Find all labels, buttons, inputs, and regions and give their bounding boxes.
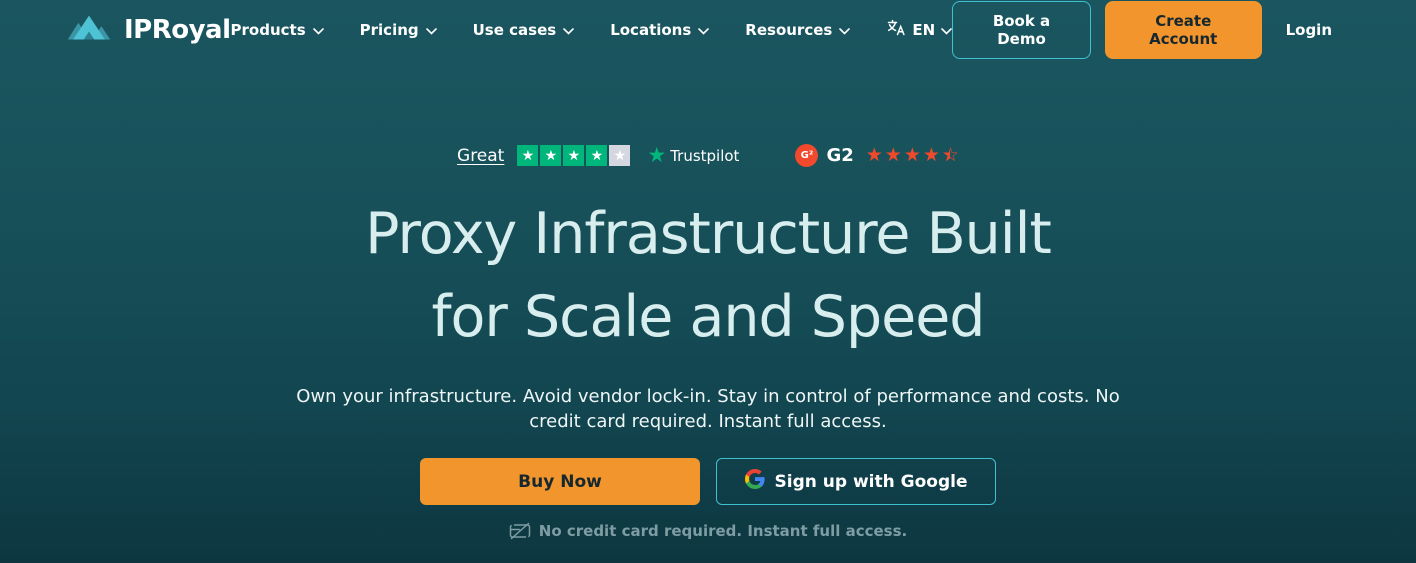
nav-item-pricing[interactable]: Pricing bbox=[360, 21, 437, 39]
nav-item-label: Resources bbox=[745, 21, 833, 39]
translate-icon bbox=[886, 18, 906, 42]
star-icon: ★ bbox=[884, 144, 902, 166]
g2-rating[interactable]: G² G2 ★★★★☆★ bbox=[795, 144, 959, 167]
hero-subtitle: Own your infrastructure. Avoid vendor lo… bbox=[296, 386, 1120, 432]
g2-brand-name: G2 bbox=[826, 145, 854, 166]
nav-item-products[interactable]: Products bbox=[231, 21, 324, 39]
star-icon: ★ bbox=[540, 145, 562, 166]
page-title-line2: for Scale and Speed bbox=[431, 284, 985, 351]
cta-row: Buy Now Sign up with Google bbox=[0, 458, 1416, 506]
language-selector[interactable]: EN bbox=[886, 18, 952, 42]
half-star-icon: ☆★ bbox=[941, 144, 959, 166]
star-icon: ★ bbox=[586, 145, 608, 166]
brand-name: IPRoyal bbox=[124, 15, 231, 45]
star-icon: ★ bbox=[865, 144, 883, 166]
main-nav: Products Pricing Use cases Locations Res… bbox=[231, 18, 953, 42]
hero-section: Great ★ ★ ★ ★ ★ ★ Trustpilot G² G2 ★ ★ ★ ★ ☆… bbox=[0, 144, 1416, 540]
g2-stars: ★★★★☆★ bbox=[866, 146, 959, 165]
chevron-down-icon bbox=[839, 27, 851, 35]
credit-card-slash-icon bbox=[509, 522, 531, 540]
trustpilot-rating[interactable]: Great ★ ★ ★ ★ ★ ★ Trustpilot bbox=[457, 145, 739, 166]
header: IPRoyal Products Pricing Use cases Locat… bbox=[0, 0, 1416, 60]
note-text: No credit card required. Instant full ac… bbox=[538, 522, 908, 541]
nav-item-label: Products bbox=[230, 21, 306, 39]
nav-item-label: Pricing bbox=[359, 21, 419, 39]
chevron-down-icon bbox=[312, 27, 324, 35]
no-credit-card-note: No credit card required. Instant full ac… bbox=[0, 522, 1416, 540]
chevron-down-icon bbox=[941, 27, 952, 35]
create-account-button[interactable]: Create Account bbox=[1104, 1, 1262, 59]
nav-item-resources[interactable]: Resources bbox=[745, 21, 851, 39]
nav-item-locations[interactable]: Locations bbox=[610, 21, 710, 39]
star-icon: ★ bbox=[563, 145, 585, 166]
trustpilot-stars: ★ ★ ★ ★ ★ bbox=[517, 145, 631, 166]
login-link[interactable]: Login bbox=[1286, 21, 1332, 39]
crown-icon bbox=[66, 12, 112, 48]
star-icon: ★ bbox=[922, 144, 940, 166]
google-g-icon bbox=[744, 469, 765, 494]
chevron-down-icon bbox=[563, 27, 574, 35]
chevron-down-icon bbox=[425, 27, 437, 35]
nav-item-use-cases[interactable]: Use cases bbox=[473, 21, 575, 39]
page-title: Proxy Infrastructure Built for Scale and… bbox=[0, 193, 1416, 359]
star-icon: ★ bbox=[517, 145, 539, 166]
star-icon: ★ bbox=[903, 144, 921, 166]
g2-badge-icon: G² bbox=[795, 144, 819, 167]
language-label: EN bbox=[912, 21, 936, 39]
trustpilot-grade-link[interactable]: Great bbox=[457, 146, 504, 166]
google-signup-button[interactable]: Sign up with Google bbox=[716, 458, 996, 506]
buy-now-button[interactable]: Buy Now bbox=[420, 458, 700, 506]
page-title-line1: Proxy Infrastructure Built bbox=[365, 201, 1052, 267]
nav-item-label: Use cases bbox=[472, 21, 557, 39]
header-actions: Book a Demo Create Account Login bbox=[952, 1, 1332, 59]
nav-item-label: Locations bbox=[610, 21, 692, 39]
google-signup-label: Sign up with Google bbox=[774, 471, 968, 492]
trustpilot-star-icon: ★ bbox=[647, 143, 667, 167]
ratings-row: Great ★ ★ ★ ★ ★ ★ Trustpilot G² G2 ★ ★ ★ ★ ☆… bbox=[0, 144, 1416, 167]
brand-logo[interactable]: IPRoyal bbox=[66, 12, 231, 48]
book-demo-button[interactable]: Book a Demo bbox=[952, 1, 1091, 59]
star-icon: ★ bbox=[609, 145, 631, 166]
chevron-down-icon bbox=[698, 27, 710, 35]
trustpilot-brand-name: Trustpilot bbox=[670, 146, 740, 165]
trustpilot-logo: ★ Trustpilot bbox=[647, 145, 739, 166]
